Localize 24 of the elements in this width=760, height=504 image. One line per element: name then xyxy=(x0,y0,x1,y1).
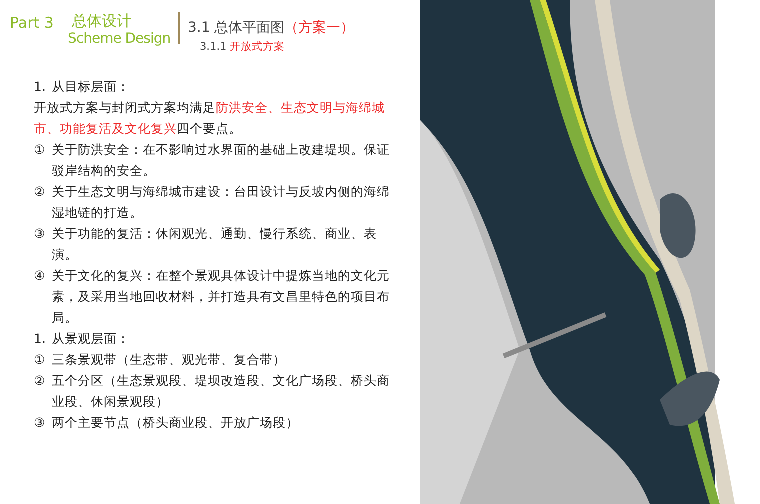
section-title: 3.1 总体平面图（方案一） xyxy=(188,19,355,37)
list-text: 关于生态文明与海绵城市建设：台田设计与反坡内侧的海绵湿地链的打造。 xyxy=(52,183,391,222)
chapter-title: 总体设计 xyxy=(72,12,133,31)
list-text: 从目标层面： xyxy=(52,78,131,96)
list-text: 从景观层面： xyxy=(52,330,131,348)
list-marker: 1. xyxy=(34,78,47,96)
list-marker: ③ xyxy=(34,414,46,432)
list-marker: ③ xyxy=(34,225,46,243)
list-marker: ① xyxy=(34,351,46,369)
list-text: 关于功能的复活：休闲观光、通勤、慢行系统、商业、表演。 xyxy=(52,225,378,264)
subsection-title: 3.1.1 开放式方案 xyxy=(200,40,286,54)
list-text: 两个主要节点（桥头商业段、开放广场段） xyxy=(52,414,300,432)
list-text: 三条景观带（生态带、观光带、复合带） xyxy=(52,351,287,369)
list-marker: 1. xyxy=(34,330,47,348)
list-marker: ② xyxy=(34,372,46,390)
paragraph: 开放式方案与封闭式方案均满足防洪安全、生态文明与海绵城市、功能复活及文化复兴四个要点。 xyxy=(34,99,386,138)
part-label: Part 3 xyxy=(10,14,55,32)
list-marker: ① xyxy=(34,141,46,159)
list-text: 五个分区（生态景观段、堤坝改造段、文化广场段、桥头商业段、休闲景观段） xyxy=(52,372,391,411)
list-text: 关于防洪安全：在不影响过水界面的基础上改建堤坝。保证驳岸结构的安全。 xyxy=(52,141,391,180)
list-marker: ② xyxy=(34,183,46,201)
list-text: 关于文化的复兴：在整个景观具体设计中提炼当地的文化元素，及采用当地回收材料，并打造具有文昌里特色的项目布局。 xyxy=(52,267,391,327)
list-marker: ④ xyxy=(34,267,46,285)
chapter-subtitle: Scheme Design xyxy=(68,31,172,47)
